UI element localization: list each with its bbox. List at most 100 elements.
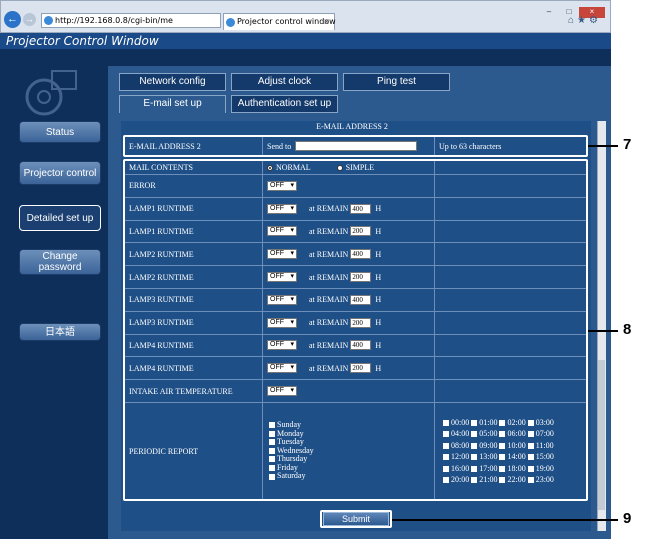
unit-label: H bbox=[375, 226, 382, 236]
empty-cell bbox=[435, 161, 586, 174]
checkbox[interactable] bbox=[471, 419, 478, 426]
setting-select[interactable]: OFF ▾ bbox=[267, 226, 297, 237]
setting-select[interactable]: OFF ▾ bbox=[267, 249, 297, 260]
remain-input[interactable]: 400 bbox=[350, 249, 372, 260]
setting-row: LAMP4 RUNTIME OFF ▾ at REMAIN 200 H bbox=[125, 357, 586, 381]
setting-controls: OFF ▾ at REMAIN 400 H bbox=[263, 334, 435, 357]
checkbox[interactable] bbox=[527, 431, 534, 438]
checkbox[interactable] bbox=[443, 465, 449, 472]
checkbox[interactable] bbox=[499, 431, 506, 438]
remain-input[interactable]: 200 bbox=[350, 226, 372, 237]
checkbox[interactable] bbox=[269, 439, 275, 446]
checkbox[interactable] bbox=[527, 419, 534, 426]
time-label: 21:00 bbox=[479, 475, 498, 484]
checkbox[interactable] bbox=[527, 454, 534, 461]
checkbox[interactable] bbox=[499, 454, 506, 461]
back-icon[interactable]: ← bbox=[4, 11, 21, 28]
submit-button[interactable]: Submit bbox=[323, 512, 389, 526]
browser-tab[interactable]: Projector control window × bbox=[223, 13, 336, 30]
setting-select[interactable]: OFF ▾ bbox=[267, 386, 297, 397]
at-remain-label: at REMAIN bbox=[309, 204, 349, 214]
checkbox[interactable] bbox=[499, 419, 506, 426]
window-controls: – □ × bbox=[539, 1, 605, 18]
checkbox[interactable] bbox=[443, 419, 449, 426]
checkbox[interactable] bbox=[499, 465, 506, 472]
checkbox[interactable] bbox=[269, 473, 275, 480]
setting-select[interactable]: OFF ▾ bbox=[267, 272, 297, 283]
checkbox[interactable] bbox=[527, 442, 534, 449]
unit-label: H bbox=[375, 318, 382, 328]
time-label: 07:00 bbox=[535, 429, 554, 438]
time-label: 14:00 bbox=[507, 452, 526, 461]
checkbox[interactable] bbox=[471, 454, 478, 461]
checkbox[interactable] bbox=[269, 422, 275, 429]
checkbox[interactable] bbox=[471, 465, 478, 472]
empty-cell bbox=[435, 221, 586, 243]
toolbar-icons[interactable]: ⌂★⚙ bbox=[568, 15, 601, 26]
empty-cell bbox=[435, 380, 586, 402]
checkbox[interactable] bbox=[471, 442, 478, 449]
checkbox[interactable] bbox=[269, 447, 275, 454]
checkbox[interactable] bbox=[527, 465, 534, 472]
tab-adjust-clock[interactable]: Adjust clock bbox=[231, 73, 338, 91]
time-label: 02:00 bbox=[507, 417, 526, 427]
chevron-down-icon: ▾ bbox=[290, 387, 294, 395]
checkbox[interactable] bbox=[471, 431, 478, 438]
day-checkbox-item[interactable]: Saturday bbox=[269, 472, 305, 481]
select-value: OFF bbox=[270, 295, 284, 303]
checkbox[interactable] bbox=[443, 477, 449, 484]
checkbox[interactable] bbox=[471, 477, 478, 484]
time-label: 22:00 bbox=[507, 475, 526, 484]
close-icon[interactable]: × bbox=[323, 14, 330, 30]
sidebar-status-button[interactable]: Status bbox=[19, 121, 101, 143]
checkbox[interactable] bbox=[269, 430, 275, 437]
sidebar-projector-control-button[interactable]: Projector control bbox=[19, 161, 101, 185]
tab-email-setup[interactable]: E-mail set up bbox=[119, 95, 226, 113]
sidebar-change-password-button[interactable]: Change password bbox=[19, 249, 101, 275]
setting-select[interactable]: OFF ▾ bbox=[267, 294, 297, 305]
forward-icon[interactable]: → bbox=[23, 13, 36, 26]
address-bar[interactable]: http://192.168.0.8/cgi-bin/me bbox=[41, 13, 221, 28]
remain-input[interactable]: 400 bbox=[350, 340, 372, 351]
chevron-down-icon: ▾ bbox=[290, 250, 294, 258]
checkbox[interactable] bbox=[499, 477, 506, 484]
setting-select[interactable]: OFF ▾ bbox=[267, 340, 297, 351]
empty-cell bbox=[435, 198, 586, 220]
email-address-input[interactable] bbox=[295, 141, 418, 151]
setting-select[interactable]: OFF ▾ bbox=[267, 317, 297, 328]
scrollbar-thumb[interactable] bbox=[598, 360, 605, 510]
setting-label: LAMP2 RUNTIME bbox=[125, 266, 263, 288]
remain-input[interactable]: 200 bbox=[350, 317, 372, 328]
minimize-icon[interactable]: – bbox=[539, 7, 559, 18]
setting-select[interactable]: OFF ▾ bbox=[267, 180, 297, 191]
simple-radio[interactable] bbox=[336, 164, 343, 171]
checkbox[interactable] bbox=[269, 465, 275, 472]
setting-select[interactable]: OFF ▾ bbox=[267, 203, 297, 214]
setting-row: LAMP2 RUNTIME OFF ▾ at REMAIN 200 H bbox=[125, 266, 586, 289]
sidebar-detailed-setup-button[interactable]: Detailed set up bbox=[19, 205, 101, 231]
time-label: 15:00 bbox=[535, 452, 554, 461]
chevron-down-icon: ▾ bbox=[290, 295, 294, 303]
chevron-down-icon: ▾ bbox=[290, 318, 294, 326]
checkbox[interactable] bbox=[499, 442, 506, 449]
time-label: 08:00 bbox=[451, 440, 470, 450]
checkbox[interactable] bbox=[527, 477, 534, 484]
checkbox[interactable] bbox=[269, 456, 275, 463]
email-address-row: E-MAIL ADDRESS 2 Send to Up to 63 charac… bbox=[125, 137, 586, 155]
remain-input[interactable]: 200 bbox=[350, 363, 372, 374]
normal-radio[interactable] bbox=[267, 164, 273, 171]
tab-authentication-setup[interactable]: Authentication set up bbox=[231, 95, 338, 113]
remain-input[interactable]: 400 bbox=[350, 294, 372, 305]
checkbox[interactable] bbox=[443, 442, 449, 449]
time-row: 16:00 17:00 18:00 19:00 bbox=[443, 463, 556, 475]
empty-cell bbox=[435, 312, 586, 334]
tab-ping-test[interactable]: Ping test bbox=[343, 73, 450, 91]
setting-controls: OFF ▾ at REMAIN 400 H bbox=[263, 289, 435, 311]
setting-select[interactable]: OFF ▾ bbox=[267, 363, 297, 374]
remain-input[interactable]: 400 bbox=[350, 203, 372, 214]
sidebar-japanese-button[interactable]: 日本語 bbox=[19, 323, 101, 341]
checkbox[interactable] bbox=[443, 454, 449, 461]
checkbox[interactable] bbox=[443, 431, 449, 438]
tab-network-config[interactable]: Network config bbox=[119, 73, 226, 91]
remain-input[interactable]: 200 bbox=[350, 272, 372, 283]
